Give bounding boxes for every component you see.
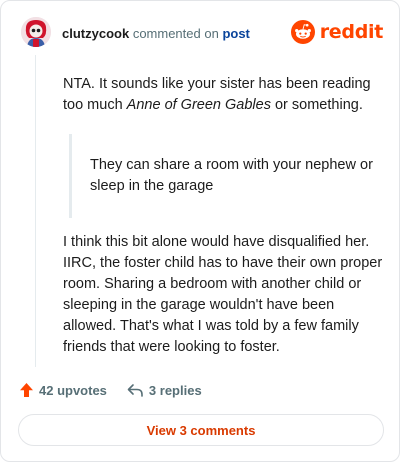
paragraph-1-end: or something. <box>270 97 363 113</box>
comment-paragraph-1: NTA. It sounds like your sister has been… <box>63 74 383 116</box>
username-link[interactable]: clutzycook <box>62 26 129 41</box>
thread-line[interactable] <box>35 55 36 367</box>
quote-content: They can share a room with your nephew o… <box>90 157 373 194</box>
upvote-button[interactable]: 42 upvotes <box>19 382 107 398</box>
comment-body: NTA. It sounds like your sister has been… <box>63 74 383 358</box>
reddit-snoo-icon <box>290 20 315 44</box>
replies-button[interactable]: 3 replies <box>127 383 202 398</box>
comment-card: clutzycook commented on post reddit NTA.… <box>0 0 400 462</box>
post-link[interactable]: post <box>222 26 249 41</box>
reddit-wordmark: reddit <box>319 21 384 43</box>
upvote-count: 42 upvotes <box>39 382 107 398</box>
quoted-text: They can share a room with your nephew o… <box>69 134 383 218</box>
comment-paragraph-2: I think this bit alone would have disqua… <box>63 234 383 355</box>
comment-header: clutzycook commented on post reddit <box>21 17 383 51</box>
upvote-arrow-icon <box>20 383 33 397</box>
action-text: commented on <box>132 26 219 41</box>
reddit-logo[interactable]: reddit <box>290 19 384 45</box>
avatar[interactable] <box>21 17 51 47</box>
comment-meta: clutzycook commented on post <box>62 26 250 41</box>
view-comments-button[interactable]: View 3 comments <box>18 414 384 446</box>
replies-count: 3 replies <box>148 382 202 398</box>
reply-arrow-icon <box>127 384 143 397</box>
comment-actions: 42 upvotes 3 replies <box>19 380 222 400</box>
book-title-italic: Anne of Green Gables <box>126 97 271 113</box>
